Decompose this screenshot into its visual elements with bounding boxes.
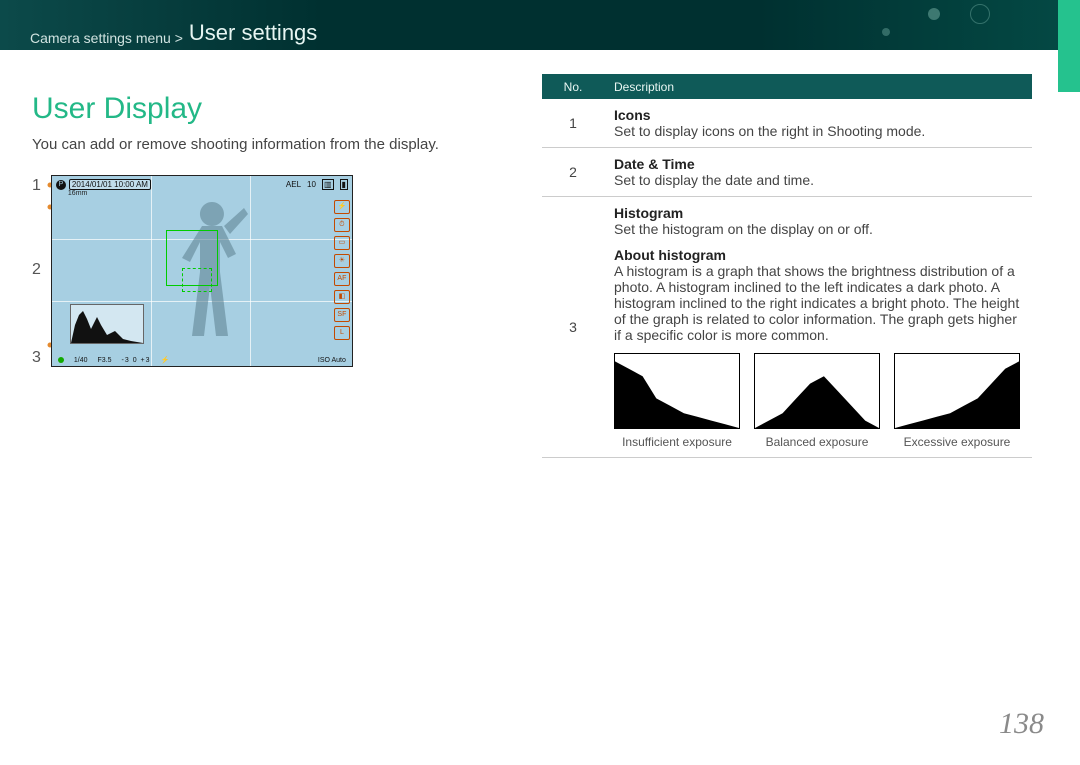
histogram-thumb: Insufficient exposure [614, 353, 740, 449]
focus-confirm-icon [58, 357, 64, 363]
lcd-histogram [70, 304, 144, 344]
description-table: No. Description 1 Icons Set to display i… [542, 74, 1032, 458]
page-number: 138 [999, 707, 1044, 741]
histogram-caption: Balanced exposure [754, 435, 880, 449]
callout-1: 1 [32, 177, 41, 195]
table-row: 1 Icons Set to display icons on the righ… [542, 99, 1032, 148]
page-title: User settings [189, 20, 317, 46]
lcd-flash-icon: ⚡ [161, 356, 170, 364]
about-body: A histogram is a graph that shows the br… [614, 263, 1019, 343]
lcd-shots: 10 [307, 180, 316, 189]
histogram-thumb: Balanced exposure [754, 353, 880, 449]
timer-icon: ⏱ [334, 218, 350, 232]
side-tab [1058, 0, 1080, 92]
flash-icon: ⚡ [334, 200, 350, 214]
callout-2: 2 [32, 261, 41, 279]
section-intro: You can add or remove shooting informati… [32, 136, 542, 153]
header-bar: Camera settings menu > User settings [0, 0, 1080, 50]
row-body: Set the histogram on the display on or o… [614, 221, 873, 237]
af-icon: AF [334, 272, 350, 286]
th-desc: Description [604, 75, 1032, 100]
row-body: Set to display the date and time. [614, 172, 814, 188]
lcd-ael: AEL [286, 180, 301, 189]
table-row: 2 Date & Time Set to display the date an… [542, 148, 1032, 197]
row-body: Set to display icons on the right in Sho… [614, 123, 925, 139]
lcd-lens: 16mm [68, 190, 87, 197]
histogram-caption: Insufficient exposure [614, 435, 740, 449]
quality-icon: SF [334, 308, 350, 322]
row-title: Histogram [614, 205, 683, 221]
size-icon: L [334, 326, 350, 340]
lcd-preview: P 2014/01/01 10:00 AM AEL 10 ▥ ▮ 16mm ⚡ … [51, 175, 353, 367]
lcd-aperture: F3.5 [98, 357, 112, 364]
callout-3: 3 [32, 349, 41, 367]
wb-icon: ☀ [334, 254, 350, 268]
th-no: No. [542, 75, 604, 100]
lcd-shutter: 1/40 [74, 357, 88, 364]
breadcrumb: Camera settings menu > [30, 30, 183, 46]
section-heading: User Display [32, 92, 542, 126]
about-title: About histogram [614, 247, 726, 263]
lcd-side-icons: ⚡ ⏱ ▭ ☀ AF ◧ SF L [334, 200, 350, 340]
row-title: Icons [614, 107, 651, 123]
lcd-ev-scale: -3 0 +3 [122, 357, 151, 364]
table-row: 3 Histogram Set the histogram on the dis… [542, 197, 1032, 458]
histogram-caption: Excessive exposure [894, 435, 1020, 449]
battery-icon: ▮ [340, 179, 348, 190]
card-icon: ▥ [322, 179, 334, 190]
drive-icon: ▭ [334, 236, 350, 250]
mode-icon: P [56, 180, 66, 190]
meter-icon: ◧ [334, 290, 350, 304]
row-title: Date & Time [614, 156, 695, 172]
histogram-thumb: Excessive exposure [894, 353, 1020, 449]
lcd-date: 2014/01/01 10:00 AM [69, 179, 151, 190]
lcd-iso: ISO Auto [318, 357, 346, 364]
